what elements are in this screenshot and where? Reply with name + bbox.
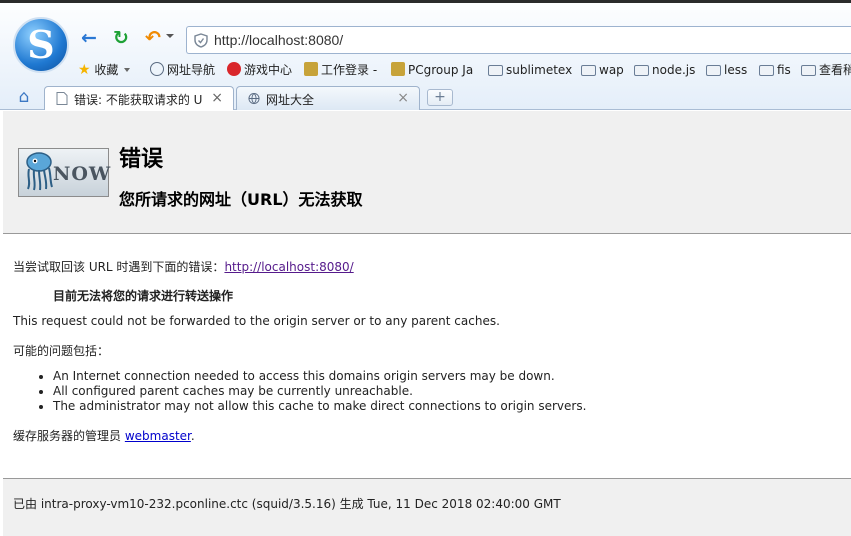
bookmark-work-login[interactable]: 工作登录 - — [304, 60, 377, 80]
causes-list: An Internet connection needed to access … — [37, 369, 586, 414]
folder-icon — [706, 65, 721, 76]
tab-title: 网址大全 — [266, 93, 315, 107]
list-item: The administrator may not allow this cac… — [53, 399, 586, 414]
error-explanation: This request could not be forwarded to t… — [13, 314, 500, 328]
squid-logo: NOW — [18, 148, 112, 197]
close-icon[interactable]: × — [211, 90, 223, 106]
game-icon — [227, 62, 241, 76]
error-reason: 目前无法将您的请求进行转送操作 — [53, 289, 234, 303]
bookmark-folder-nodejs[interactable]: node.js — [634, 60, 695, 80]
folder-icon — [488, 65, 503, 76]
bookmark-favorites[interactable]: ★ 收藏 — [78, 60, 131, 80]
list-item: An Internet connection needed to access … — [53, 369, 586, 384]
folder-icon — [581, 65, 596, 76]
folder-icon — [634, 65, 649, 76]
globe-icon — [150, 62, 164, 76]
home-icon[interactable]: ⌂ — [14, 88, 34, 106]
folder-icon — [801, 65, 816, 76]
attempt-url-link[interactable]: http://localhost:8080/ — [224, 260, 353, 274]
bookmark-folder-wap[interactable]: wap — [581, 60, 624, 80]
browser-logo-icon[interactable]: S — [13, 17, 69, 73]
chevron-down-icon — [124, 68, 131, 72]
sohu-icon — [304, 62, 318, 76]
logo-text: NOW — [53, 163, 112, 185]
bookmarks-bar: ★ 收藏 网址导航 游戏中心 工作登录 - PCgroup Ja sublime… — [78, 60, 851, 80]
browser-chrome: S ← ↻ ↶ http://localhost:8080/ ★ 收藏 网址导航… — [0, 3, 851, 110]
bookmark-folder-sublimetext[interactable]: sublimetex — [488, 60, 572, 80]
globe-icon — [248, 92, 260, 105]
attempt-line: 当尝试取回该 URL 时遇到下面的错误：http://localhost:808… — [13, 260, 354, 274]
admin-line: 缓存服务器的管理员 webmaster. — [13, 429, 195, 443]
error-header: NOW 错误 您所请求的网址（URL）无法获取 — [3, 111, 851, 234]
bookmark-folder-fis[interactable]: fis — [759, 60, 791, 80]
footer-text: 已由 intra-proxy-vm10-232.pconline.ctc (sq… — [13, 497, 561, 511]
sohu-icon — [391, 62, 405, 76]
shield-icon — [194, 33, 208, 48]
bookmark-site-nav[interactable]: 网址导航 — [150, 60, 215, 80]
close-icon[interactable]: × — [397, 90, 409, 106]
undo-icon[interactable]: ↶ — [142, 27, 164, 49]
url-text[interactable]: http://localhost:8080/ — [214, 32, 343, 48]
back-arrow-icon[interactable]: ← — [78, 27, 100, 49]
star-icon: ★ — [78, 62, 91, 78]
tab-site-directory[interactable]: 网址大全 × — [236, 86, 420, 110]
squid-icon — [26, 152, 53, 191]
bookmark-folder-read-later[interactable]: 查看稍 — [801, 60, 851, 80]
page-subtitle: 您所请求的网址（URL）无法获取 — [119, 190, 363, 209]
webmaster-link[interactable]: webmaster — [125, 429, 191, 443]
bookmark-game-center[interactable]: 游戏中心 — [227, 60, 292, 80]
tab-error-page[interactable]: 错误: 不能获取请求的 U × — [44, 86, 234, 110]
page-icon — [56, 92, 68, 105]
tab-title: 错误: 不能获取请求的 U — [74, 93, 203, 107]
page-title: 错误 — [119, 147, 164, 172]
tab-bar: ⌂ 错误: 不能获取请求的 U × 网址大全 × + — [0, 84, 851, 110]
refresh-icon[interactable]: ↻ — [110, 27, 132, 49]
chevron-down-icon[interactable] — [166, 34, 174, 38]
bookmark-folder-less[interactable]: less — [706, 60, 747, 80]
list-item: All configured parent caches may be curr… — [53, 384, 586, 399]
address-bar[interactable]: http://localhost:8080/ — [186, 26, 851, 54]
folder-icon — [759, 65, 774, 76]
bookmark-pcgroup[interactable]: PCgroup Ja — [391, 60, 473, 80]
new-tab-button[interactable]: + — [427, 89, 453, 106]
error-footer: 已由 intra-proxy-vm10-232.pconline.ctc (sq… — [3, 478, 851, 536]
causes-heading: 可能的问题包括： — [13, 344, 110, 358]
